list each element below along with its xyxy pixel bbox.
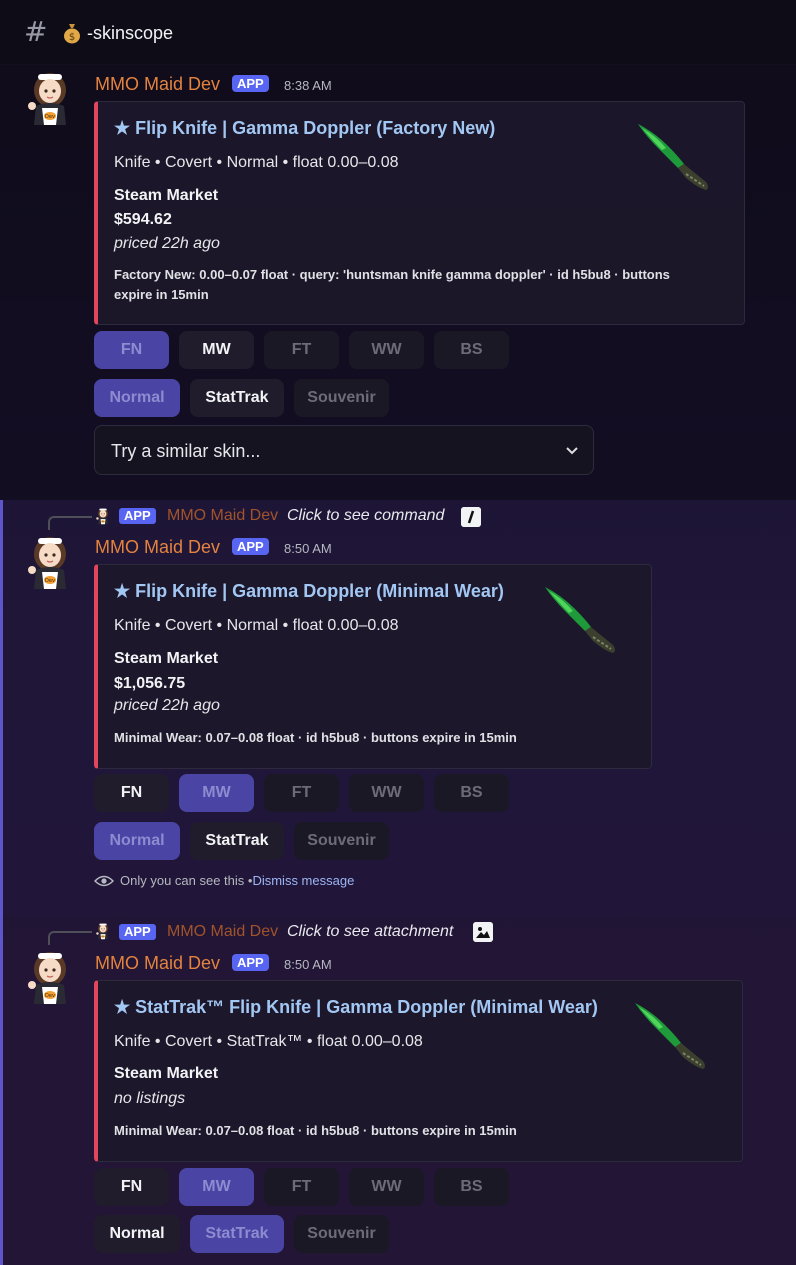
embed-footer: Minimal Wear: 0.07–0.08 float · id h5bu8…: [114, 730, 517, 745]
author-name[interactable]: MMO Maid Dev: [95, 536, 220, 558]
size-button-mw[interactable]: MW: [179, 1168, 254, 1206]
app-badge: APP: [232, 954, 269, 971]
size-button-bs[interactable]: BS: [434, 1168, 509, 1206]
embed-description: Knife • Covert • Normal • float 0.00–0.0…: [114, 617, 399, 634]
size-button-bs[interactable]: BS: [434, 331, 509, 369]
embed-priced: priced 22h ago: [114, 235, 220, 252]
embed-description: Knife • Covert • StatTrak™ • float 0.00–…: [114, 1033, 423, 1050]
hashtag-icon: #: [24, 15, 48, 48]
author-name[interactable]: MMO Maid Dev: [95, 73, 220, 95]
variant-button-stattrak[interactable]: StatTrak: [190, 822, 284, 860]
size-button-fn[interactable]: FN: [94, 331, 169, 369]
knife-thumbnail[interactable]: [541, 581, 621, 657]
embed-description: Knife • Covert • Normal • float 0.00–0.0…: [114, 154, 399, 171]
reply-app-badge: APP: [119, 924, 156, 940]
reply-app-badge: APP: [119, 508, 156, 524]
variant-button-souvenir[interactable]: Souvenir: [294, 379, 389, 417]
embed-footer-line2: expire in 15min: [114, 287, 209, 302]
variant-button-stattrak[interactable]: StatTrak: [190, 1215, 284, 1253]
ephemeral-text: Only you can see this •: [120, 873, 253, 888]
variant-button-souvenir[interactable]: Souvenir: [294, 822, 389, 860]
embed: ★ Flip Knife | Gamma Doppler (Minimal We…: [94, 564, 652, 769]
embed-field-name: Steam Market: [114, 187, 219, 204]
size-button-fn[interactable]: FN: [94, 774, 169, 812]
reply-connector: [48, 931, 92, 945]
variant-button-normal[interactable]: Normal: [94, 379, 180, 417]
reply-text[interactable]: Click to see command: [287, 506, 444, 526]
embed-title[interactable]: ★ StatTrak™ Flip Knife | Gamma Doppler (…: [114, 995, 598, 1019]
size-button-ww[interactable]: WW: [349, 774, 424, 812]
size-button-bs[interactable]: BS: [434, 774, 509, 812]
chevron-down-icon: [566, 447, 578, 455]
slash-command-icon[interactable]: [461, 507, 481, 527]
timestamp: 8:50 AM: [284, 957, 332, 972]
variant-button-normal[interactable]: Normal: [94, 822, 180, 860]
embed-title[interactable]: ★ Flip Knife | Gamma Doppler (Minimal We…: [114, 579, 504, 603]
reply-author[interactable]: MMO Maid Dev: [167, 506, 278, 526]
channel-name[interactable]: -skinscope: [87, 22, 173, 44]
embed-priced: priced 22h ago: [114, 697, 220, 714]
embed: ★ Flip Knife | Gamma Doppler (Factory Ne…: [94, 101, 745, 325]
embed-footer-line1: Factory New: 0.00–0.07 float · query: 'h…: [114, 267, 670, 282]
size-button-ww[interactable]: WW: [349, 331, 424, 369]
reply-author[interactable]: MMO Maid Dev: [167, 922, 278, 942]
size-button-ft[interactable]: FT: [264, 774, 339, 812]
channel-header: # $ -skinscope: [0, 0, 796, 65]
variant-button-normal[interactable]: Normal: [94, 1215, 180, 1253]
embed-field-name: Steam Market: [114, 650, 219, 667]
message-2: APP MMO Maid Dev Click to see command MM…: [0, 500, 796, 915]
embed-price: $594.62: [114, 211, 172, 228]
reply-avatar: [95, 922, 111, 940]
similar-skin-select[interactable]: Try a similar skin...: [94, 425, 594, 475]
size-button-mw[interactable]: MW: [179, 331, 254, 369]
timestamp: 8:38 AM: [284, 78, 332, 93]
timestamp: 8:50 AM: [284, 541, 332, 556]
size-button-ft[interactable]: FT: [264, 331, 339, 369]
embed-field-name: Steam Market: [114, 1065, 219, 1082]
embed-title[interactable]: ★ Flip Knife | Gamma Doppler (Factory Ne…: [114, 116, 495, 140]
eye-icon: [94, 875, 114, 887]
embed-footer: Minimal Wear: 0.07–0.08 float · id h5bu8…: [114, 1123, 517, 1138]
size-button-mw[interactable]: MW: [179, 774, 254, 812]
app-badge: APP: [232, 75, 269, 92]
reply-text[interactable]: Click to see attachment: [287, 922, 453, 942]
size-button-ft[interactable]: FT: [264, 1168, 339, 1206]
svg-text:$: $: [69, 32, 75, 43]
app-badge: APP: [232, 538, 269, 555]
reply-avatar: [95, 507, 111, 525]
author-name[interactable]: MMO Maid Dev: [95, 952, 220, 974]
bot-avatar[interactable]: [24, 70, 76, 126]
variant-button-souvenir[interactable]: Souvenir: [294, 1215, 389, 1253]
knife-thumbnail[interactable]: [631, 997, 711, 1073]
embed: ★ StatTrak™ Flip Knife | Gamma Doppler (…: [94, 980, 743, 1162]
message-1: MMO Maid Dev APP 8:38 AM ★ Flip Knife | …: [0, 64, 796, 500]
ephemeral-notice: Only you can see this • Dismiss message: [94, 872, 354, 890]
embed-listings: no listings: [114, 1090, 186, 1107]
knife-thumbnail[interactable]: [634, 118, 714, 194]
moneybag-icon: $: [64, 24, 80, 44]
select-placeholder: Try a similar skin...: [111, 441, 261, 461]
bot-avatar[interactable]: [24, 949, 76, 1005]
bot-avatar[interactable]: [24, 534, 76, 590]
reply-connector: [48, 516, 92, 530]
image-icon[interactable]: [473, 922, 493, 942]
embed-price: $1,056.75: [114, 675, 186, 692]
message-3: APP MMO Maid Dev Click to see attachment…: [0, 915, 796, 1265]
dismiss-message-link[interactable]: Dismiss message: [252, 872, 354, 890]
variant-button-stattrak[interactable]: StatTrak: [190, 379, 284, 417]
size-button-ww[interactable]: WW: [349, 1168, 424, 1206]
size-button-fn[interactable]: FN: [94, 1168, 169, 1206]
